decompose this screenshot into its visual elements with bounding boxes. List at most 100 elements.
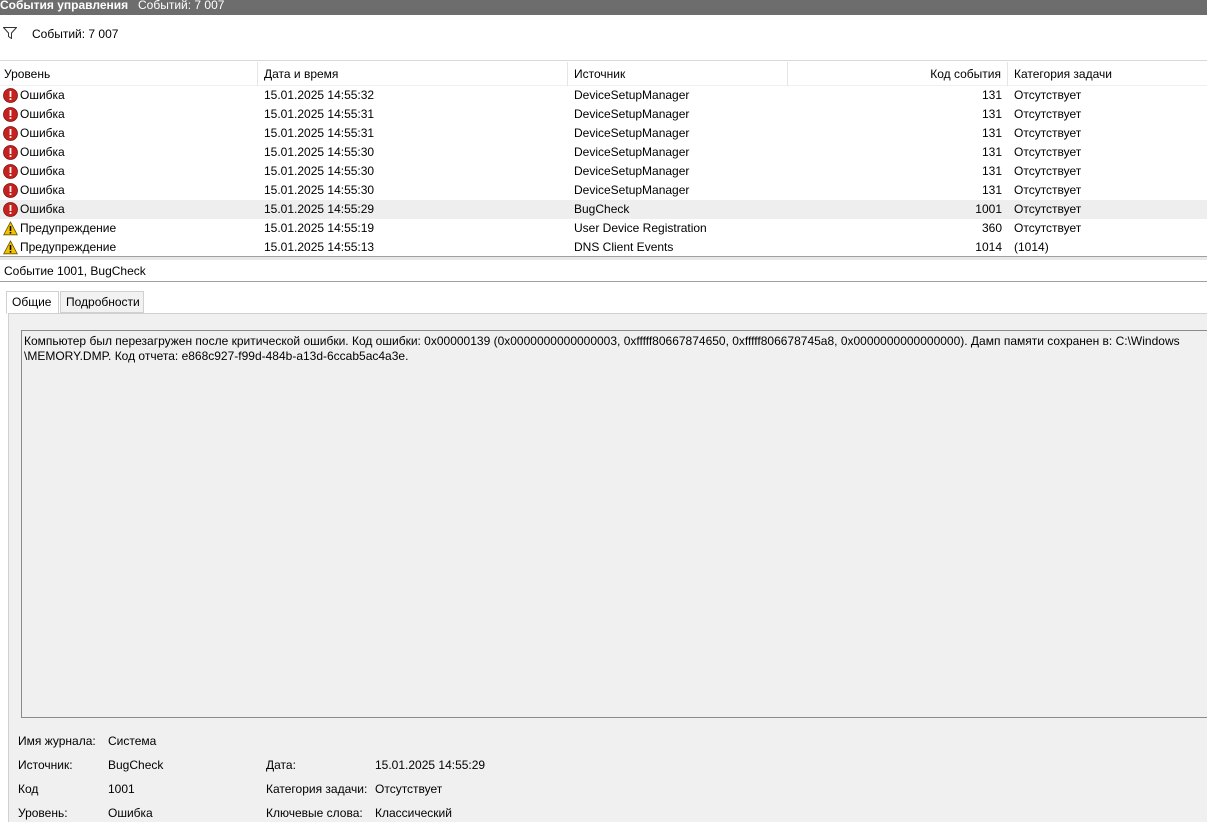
cell-source: DeviceSetupManager — [574, 107, 690, 121]
source-value: BugCheck — [108, 758, 164, 772]
keywords-label: Ключевые слова: — [266, 806, 363, 820]
cell-task-category: Отсутствует — [1014, 202, 1082, 216]
event-count-title: Событий: 7 007 — [138, 0, 225, 12]
filter-icon[interactable] — [3, 27, 17, 39]
cell-datetime: 15.01.2025 14:55:30 — [264, 164, 375, 178]
events-table: Уровень Дата и время Источник Код событи… — [0, 62, 1207, 256]
level-text: Ошибка — [20, 145, 65, 159]
cell-event-code: 131 — [981, 164, 1002, 178]
cell-datetime: 15.01.2025 14:55:32 — [264, 88, 375, 102]
cell-datetime: 15.01.2025 14:55:30 — [264, 183, 375, 197]
cell-source: DeviceSetupManager — [574, 164, 690, 178]
cell-datetime: 15.01.2025 14:55:30 — [264, 145, 375, 159]
description-line-2: \MEMORY.DMP. Код отчета: e868c927-f99d-4… — [24, 349, 409, 363]
warning-icon — [3, 240, 18, 255]
cell-task-category: Отсутствует — [1014, 107, 1082, 121]
cell-event-code: 131 — [981, 88, 1002, 102]
cell-datetime: 15.01.2025 14:55:13 — [264, 240, 375, 254]
error-icon — [3, 126, 18, 141]
cell-level: Ошибка — [0, 181, 256, 200]
level-text: Ошибка — [20, 183, 65, 197]
cell-datetime: 15.01.2025 14:55:31 — [264, 126, 375, 140]
table-row[interactable]: Предупреждение 15.01.2025 14:55:13 DNS Cli… — [0, 238, 1207, 256]
level-text: Ошибка — [20, 202, 65, 216]
cell-source: DeviceSetupManager — [574, 126, 690, 140]
task-category-value: Отсутствует — [375, 782, 443, 796]
event-detail-pane: Общие Подробности Компьютер был перезагр… — [0, 283, 1207, 822]
general-tab-panel: Компьютер был перезагружен после критиче… — [8, 313, 1207, 822]
column-header-level[interactable]: Уровень — [0, 62, 258, 86]
level-label: Уровень: — [18, 806, 68, 820]
cell-level: Ошибка — [0, 86, 256, 105]
cell-level: Ошибка — [0, 162, 256, 181]
cell-datetime: 15.01.2025 14:55:29 — [264, 202, 375, 216]
table-row[interactable]: Ошибка 15.01.2025 14:55:32 DeviceSetupMana… — [0, 86, 1207, 105]
log-name-value: Система — [108, 734, 157, 748]
cell-source: DeviceSetupManager — [574, 88, 690, 102]
cell-source: BugCheck — [574, 202, 630, 216]
cell-task-category: Отсутствует — [1014, 126, 1082, 140]
column-header-datetime[interactable]: Дата и время — [258, 62, 568, 86]
level-text: Ошибка — [20, 126, 65, 140]
error-icon — [3, 107, 18, 122]
tab-details[interactable]: Подробности — [60, 291, 144, 313]
date-value: 15.01.2025 14:55:29 — [375, 758, 486, 772]
cell-level: Ошибка — [0, 143, 256, 162]
cell-event-code: 1001 — [975, 202, 1002, 216]
level-text: Ошибка — [20, 107, 65, 121]
window-title-bar: События управления Событий: 7 007 — [0, 0, 1207, 15]
level-text: Предупреждение — [20, 240, 117, 254]
cell-event-code: 131 — [981, 145, 1002, 159]
keywords-value: Классический — [375, 806, 452, 820]
filter-event-count: Событий: 7 007 — [32, 27, 119, 41]
cell-level: Предупреждение — [0, 238, 256, 256]
cell-task-category: Отсутствует — [1014, 164, 1082, 178]
cell-event-code: 131 — [981, 126, 1002, 140]
error-icon — [3, 202, 18, 217]
tab-general[interactable]: Общие — [6, 291, 59, 314]
cell-event-code: 131 — [981, 183, 1002, 197]
cell-level: Ошибка — [0, 124, 256, 143]
cell-task-category: Отсутствует — [1014, 88, 1082, 102]
table-row[interactable]: Ошибка 15.01.2025 14:55:30 DeviceSetupMana… — [0, 181, 1207, 200]
event-code-value: 1001 — [108, 782, 135, 796]
cell-source: DeviceSetupManager — [574, 183, 690, 197]
table-row[interactable]: Ошибка 15.01.2025 14:55:31 DeviceSetupMana… — [0, 124, 1207, 143]
cell-source: DeviceSetupManager — [574, 145, 690, 159]
cell-source: User Device Registration — [574, 221, 707, 235]
cell-level: Предупреждение — [0, 219, 256, 238]
error-icon — [3, 145, 18, 160]
warning-icon — [3, 221, 18, 236]
level-text: Ошибка — [20, 88, 65, 102]
table-row[interactable]: Ошибка 15.01.2025 14:55:30 DeviceSetupMana… — [0, 162, 1207, 181]
cell-level: Ошибка — [0, 105, 256, 124]
table-row[interactable]: Ошибка 15.01.2025 14:55:31 DeviceSetupMana… — [0, 105, 1207, 124]
log-name-label: Имя журнала: — [18, 734, 96, 748]
error-icon — [3, 183, 18, 198]
cell-datetime: 15.01.2025 14:55:19 — [264, 221, 375, 235]
cell-event-code: 131 — [981, 107, 1002, 121]
table-header: Уровень Дата и время Источник Код событи… — [0, 62, 1207, 86]
table-row[interactable]: Ошибка 15.01.2025 14:55:30 DeviceSetupMana… — [0, 143, 1207, 162]
event-description[interactable]: Компьютер был перезагружен после критиче… — [21, 330, 1207, 718]
cell-event-code: 1014 — [975, 240, 1002, 254]
column-header-task-category[interactable]: Категория задачи — [1008, 62, 1207, 86]
date-label: Дата: — [266, 758, 296, 772]
event-code-label: Код — [18, 782, 39, 796]
window-title: События управления — [0, 0, 129, 12]
table-row[interactable]: Ошибка 15.01.2025 14:55:29 BugCheck 1001 Отс… — [0, 200, 1207, 219]
cell-source: DNS Client Events — [574, 240, 674, 254]
level-value: Ошибка — [108, 806, 153, 820]
table-row[interactable]: Предупреждение 15.01.2025 14:55:19 User De… — [0, 219, 1207, 238]
cell-datetime: 15.01.2025 14:55:31 — [264, 107, 375, 121]
source-label: Источник: — [18, 758, 73, 772]
error-icon — [3, 88, 18, 103]
level-text: Ошибка — [20, 164, 65, 178]
column-header-source[interactable]: Источник — [568, 62, 788, 86]
cell-task-category: Отсутствует — [1014, 145, 1082, 159]
level-text: Предупреждение — [20, 221, 117, 235]
task-category-label: Категория задачи: — [266, 782, 368, 796]
filter-bar: Событий: 7 007 — [0, 18, 1207, 61]
cell-level: Ошибка — [0, 200, 256, 219]
column-header-event-code[interactable]: Код события — [788, 62, 1008, 86]
